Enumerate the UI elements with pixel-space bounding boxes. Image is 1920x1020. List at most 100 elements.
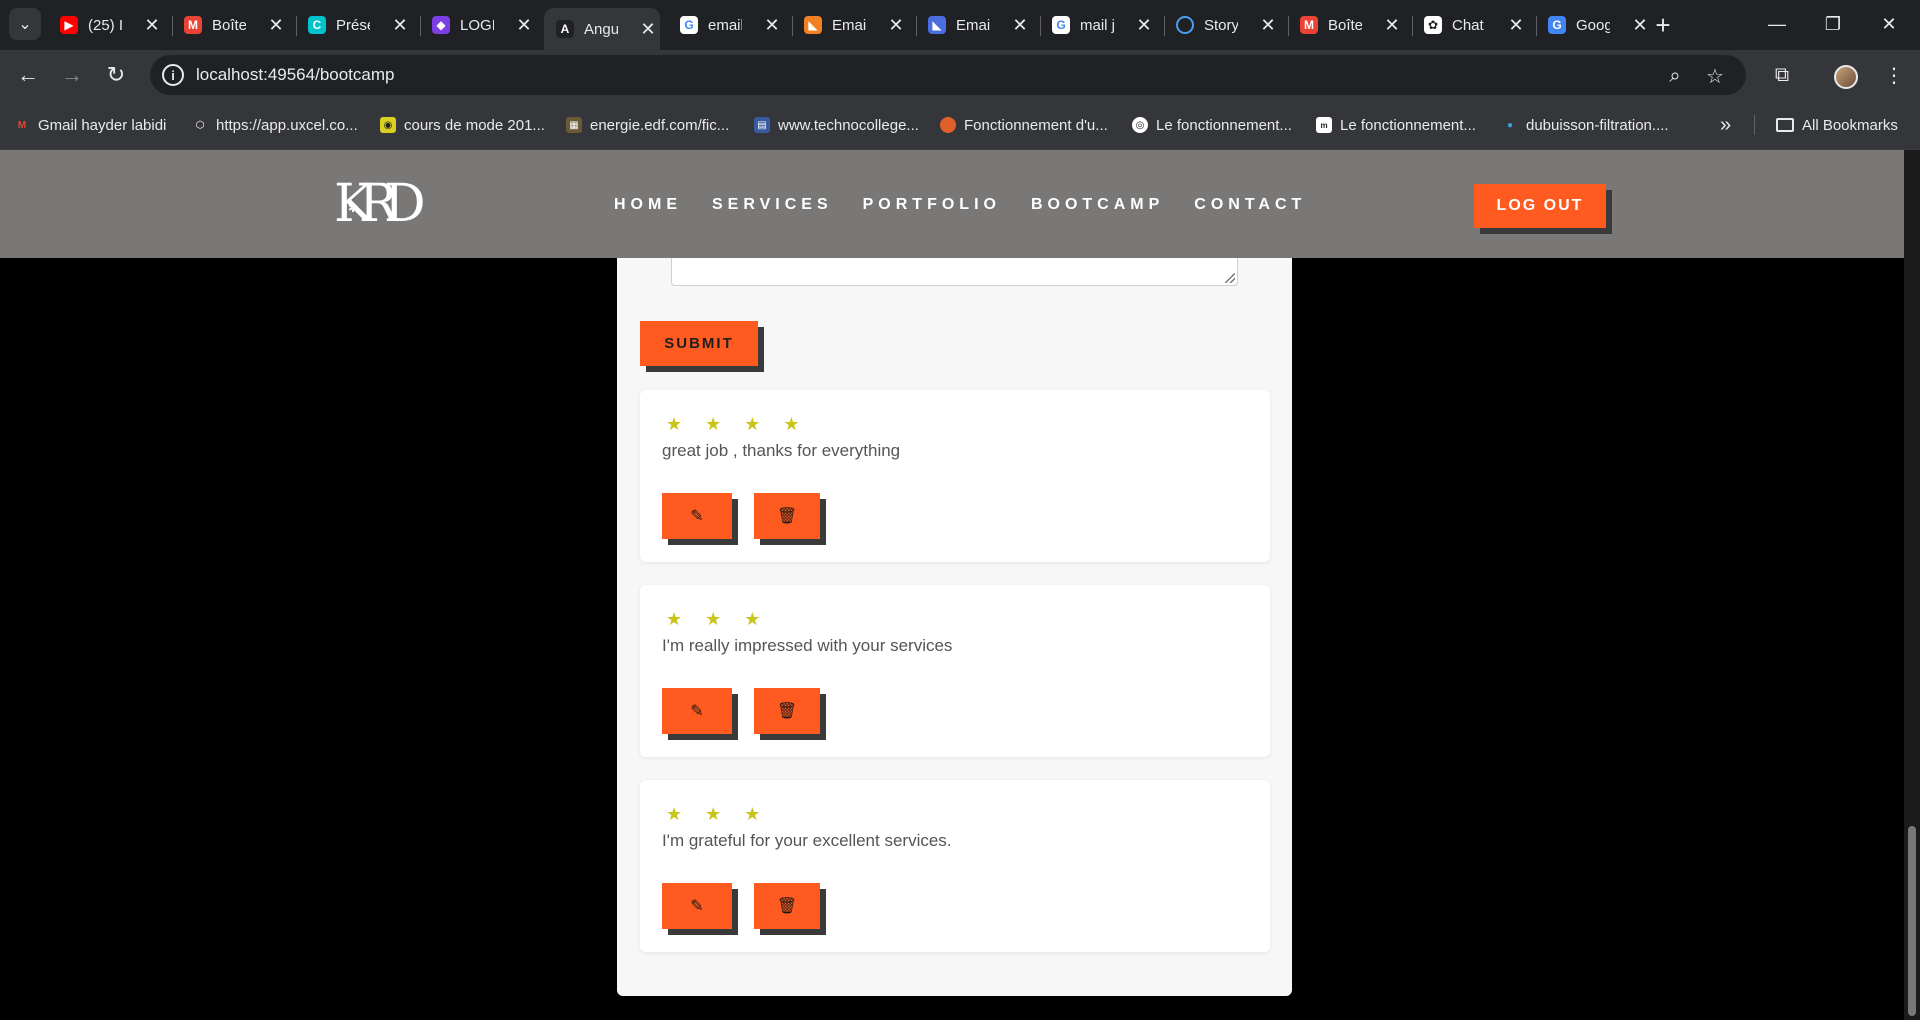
extensions-button[interactable]: ⧉ xyxy=(1766,59,1798,91)
close-icon[interactable]: ✕ xyxy=(388,13,412,37)
google-translate-icon: G xyxy=(1548,16,1566,34)
profile-avatar[interactable] xyxy=(1834,65,1858,89)
resize-handle-icon[interactable] xyxy=(1225,273,1235,283)
bookmark-item[interactable]: ▤ www.technocollege... xyxy=(754,114,919,136)
close-icon: ✕ xyxy=(1881,13,1897,34)
delete-button[interactable]: 🗑 xyxy=(754,883,820,929)
zoom-icon[interactable]: ⌕ xyxy=(1662,63,1688,89)
bookmark-item[interactable]: ● dubuisson-filtration.... xyxy=(1502,114,1669,136)
bookmark-item[interactable]: m Le fonctionnement... xyxy=(1316,114,1476,136)
comment-textarea[interactable] xyxy=(671,258,1238,286)
bookmark-label: https://app.uxcel.co... xyxy=(216,116,358,134)
all-bookmarks-label: All Bookmarks xyxy=(1802,116,1898,134)
delete-button[interactable]: 🗑 xyxy=(754,493,820,539)
restore-button[interactable]: ❐ xyxy=(1810,8,1856,40)
review-card: ★ ★ ★ I'm really impressed with your ser… xyxy=(640,585,1270,757)
restore-icon: ❐ xyxy=(1824,13,1842,34)
reload-button[interactable]: ↻ xyxy=(100,59,132,91)
tab-title: Angu xyxy=(584,20,618,38)
trash-icon: 🗑 xyxy=(776,703,798,720)
submit-button[interactable]: SUBMIT xyxy=(640,321,758,366)
logo-text: KRD xyxy=(334,174,426,234)
site-logo[interactable]: ✱ KRD xyxy=(334,176,428,232)
close-icon[interactable]: ✕ xyxy=(264,13,288,37)
review-card: ★ ★ ★ ★ great job , thanks for everythin… xyxy=(640,390,1270,562)
plus-icon: + xyxy=(1655,9,1671,40)
close-icon[interactable]: ✕ xyxy=(884,13,908,37)
tab[interactable]: M Boîte ✕ xyxy=(1288,8,1404,42)
bookmark-item[interactable]: ⬡ https://app.uxcel.co... xyxy=(192,114,358,136)
more-bookmarks-button[interactable]: » xyxy=(1720,114,1731,136)
star-icon[interactable]: ☆ xyxy=(1702,63,1728,89)
tab[interactable]: ◆ LOGI ✕ xyxy=(420,8,536,42)
all-bookmarks-button[interactable]: All Bookmarks xyxy=(1776,114,1898,136)
tab-title: (25) I xyxy=(88,16,122,34)
tab-active[interactable]: A Angu ✕ xyxy=(544,8,660,50)
tab[interactable]: ◣ Emai ✕ xyxy=(792,8,908,42)
trash-icon: 🗑 xyxy=(776,898,798,915)
tab-title: Boîte xyxy=(1328,16,1362,34)
address-bar[interactable]: i localhost:49564/bootcamp ⌕ ☆ xyxy=(150,55,1746,95)
bookmark-item[interactable]: ◉ cours de mode 201... xyxy=(380,114,545,136)
minimize-icon: — xyxy=(1768,13,1786,34)
nav-services[interactable]: SERVICES xyxy=(712,196,833,214)
menu-button[interactable]: ⋮ xyxy=(1878,59,1910,91)
edit-button[interactable]: ✎ xyxy=(662,688,732,734)
drop-icon: ● xyxy=(1506,119,1514,131)
edit-button[interactable]: ✎ xyxy=(662,493,732,539)
close-icon[interactable]: ✕ xyxy=(1380,13,1404,37)
stack-icon: ◣ xyxy=(804,16,822,34)
tab[interactable]: Gemail ✕ xyxy=(668,8,784,42)
gmail-icon: M xyxy=(1300,16,1318,34)
nav-bootcamp[interactable]: BOOTCAMP xyxy=(1031,196,1164,214)
bookmark-item[interactable]: Fonctionnement d'u... xyxy=(940,114,1108,136)
tab-title: Goog xyxy=(1576,16,1610,34)
new-tab-button[interactable]: + xyxy=(1648,10,1678,40)
delete-button[interactable]: 🗑 xyxy=(754,688,820,734)
radio-icon: ◎ xyxy=(1132,117,1148,133)
nav-contact[interactable]: CONTACT xyxy=(1194,196,1306,214)
bookmark-label: energie.edf.com/fic... xyxy=(590,116,730,134)
tab[interactable]: ◣ Emai ✕ xyxy=(916,8,1032,42)
app-icon: ◆ xyxy=(432,16,450,34)
nav-home[interactable]: HOME xyxy=(614,196,682,214)
back-button[interactable]: ← xyxy=(12,59,44,91)
bookmark-item[interactable]: ◎ Le fonctionnement... xyxy=(1132,114,1292,136)
review-comment: I'm really impressed with your services xyxy=(662,636,953,655)
close-icon[interactable]: ✕ xyxy=(760,13,784,37)
close-window-button[interactable]: ✕ xyxy=(1866,8,1912,40)
tab-strip: ⌄ ▶ (25) I ✕ M Boîte ✕ C Prése ✕ ◆ LOGI ✕ A Angu ✕… xyxy=(0,0,1920,50)
tab-search-button[interactable]: ⌄ xyxy=(9,8,41,40)
tab[interactable]: Gmail j ✕ xyxy=(1040,8,1156,42)
minimize-button[interactable]: — xyxy=(1754,8,1800,40)
tab-title: Chat xyxy=(1452,16,1484,34)
close-icon[interactable]: ✕ xyxy=(140,13,164,37)
close-icon[interactable]: ✕ xyxy=(1504,13,1528,37)
close-icon[interactable]: ✕ xyxy=(1008,13,1032,37)
edit-icon: ✎ xyxy=(690,508,704,525)
bookmark-item[interactable]: M Gmail hayder labidi xyxy=(14,114,167,136)
close-icon[interactable]: ✕ xyxy=(512,13,536,37)
tab[interactable]: G Goog ✕ xyxy=(1536,8,1652,42)
close-icon[interactable]: ✕ xyxy=(1132,13,1156,37)
tab[interactable]: ✿ Chat ✕ xyxy=(1412,8,1528,42)
url-text[interactable]: localhost:49564/bootcamp xyxy=(196,65,394,85)
tab[interactable]: M Boîte ✕ xyxy=(172,8,288,42)
close-icon[interactable]: ✕ xyxy=(636,17,660,41)
tab[interactable]: C Prése ✕ xyxy=(296,8,412,42)
scrollbar-thumb[interactable] xyxy=(1908,826,1916,1016)
google-icon: G xyxy=(1052,16,1070,34)
tab[interactable]: Story ✕ xyxy=(1164,8,1280,42)
reload-icon: ↻ xyxy=(106,62,126,87)
logout-button[interactable]: LOG OUT xyxy=(1474,184,1606,228)
forward-button[interactable]: → xyxy=(56,59,88,91)
nav-portfolio[interactable]: PORTFOLIO xyxy=(863,196,1001,214)
tab[interactable]: ▶ (25) I ✕ xyxy=(48,8,164,42)
info-icon[interactable]: i xyxy=(162,64,184,86)
edit-button[interactable]: ✎ xyxy=(662,883,732,929)
msg-icon: m xyxy=(1316,117,1332,133)
close-icon[interactable]: ✕ xyxy=(1256,13,1280,37)
bookmark-item[interactable]: ▦ energie.edf.com/fic... xyxy=(566,114,729,136)
page-scrollbar[interactable] xyxy=(1904,150,1920,1020)
gmail-icon: M xyxy=(184,16,202,34)
